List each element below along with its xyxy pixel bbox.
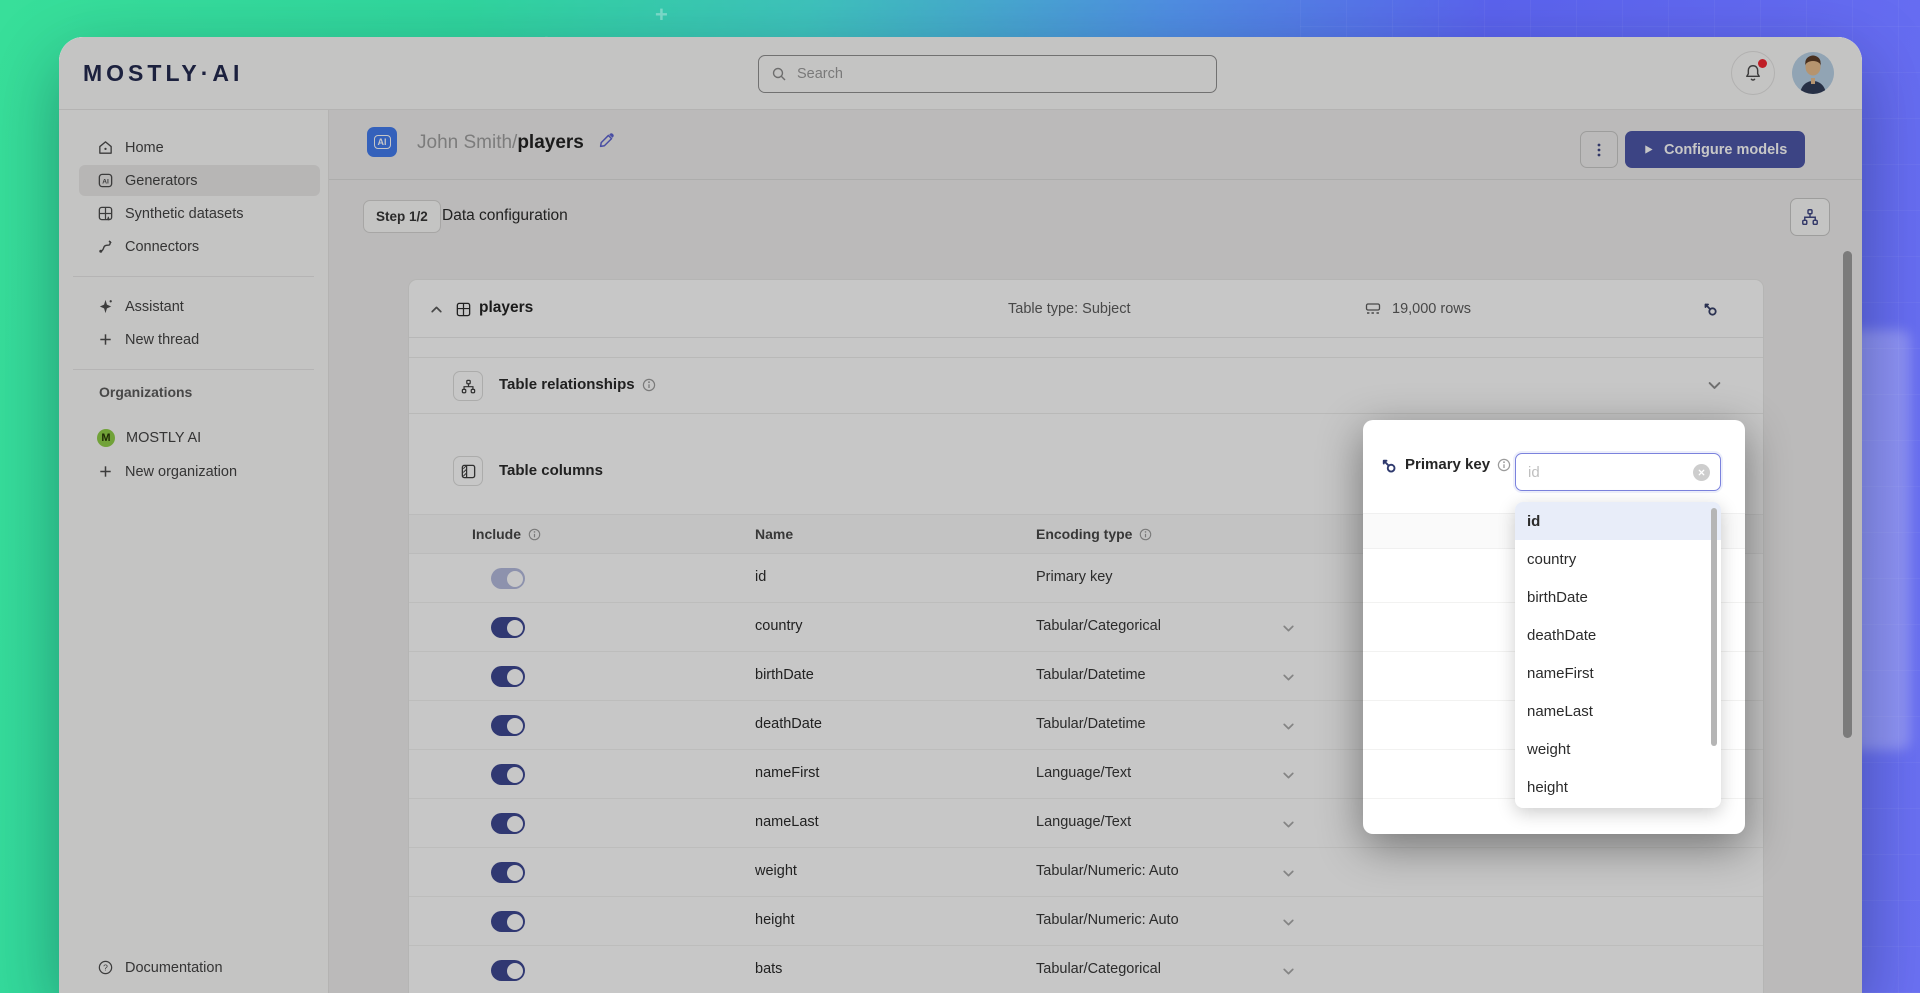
- dropdown-scrollbar[interactable]: [1711, 508, 1717, 746]
- dropdown-option-label: nameLast: [1527, 703, 1593, 720]
- dropdown-option[interactable]: weight: [1515, 730, 1721, 768]
- dropdown-option-label: deathDate: [1527, 627, 1596, 644]
- dropdown-option[interactable]: height: [1515, 768, 1721, 806]
- app-window: MOSTLY·AI Search Home Generators Synthet…: [59, 37, 1862, 993]
- dropdown-option[interactable]: birthDate: [1515, 578, 1721, 616]
- primary-key-label-text: Primary key: [1405, 456, 1490, 473]
- key-icon: [1379, 456, 1398, 475]
- dropdown-options: id country birthDate deathDate nameFirst…: [1515, 502, 1721, 806]
- dropdown-option[interactable]: nameFirst: [1515, 654, 1721, 692]
- clear-input-icon[interactable]: [1693, 464, 1710, 481]
- primary-key-input[interactable]: id: [1515, 453, 1721, 491]
- dropdown-option-label: birthDate: [1527, 589, 1588, 606]
- dropdown-option-label: nameFirst: [1527, 665, 1594, 682]
- background-plus-mark: +: [655, 2, 668, 28]
- info-icon: [1497, 458, 1511, 472]
- dropdown-option[interactable]: country: [1515, 540, 1721, 578]
- dropdown-option-label: id: [1527, 513, 1540, 530]
- primary-key-popup: Primary key id id country birthDate: [1363, 420, 1745, 834]
- dropdown-option-label: height: [1527, 779, 1568, 796]
- dropdown-option[interactable]: nameLast: [1515, 692, 1721, 730]
- dropdown-option-label: country: [1527, 551, 1576, 568]
- dropdown-option[interactable]: id: [1515, 502, 1721, 540]
- primary-key-label: Primary key: [1405, 456, 1511, 473]
- primary-key-input-placeholder: id: [1528, 464, 1693, 481]
- dropdown-option-label: weight: [1527, 741, 1570, 758]
- dropdown-option[interactable]: deathDate: [1515, 616, 1721, 654]
- primary-key-dropdown: id country birthDate deathDate nameFirst…: [1515, 502, 1721, 808]
